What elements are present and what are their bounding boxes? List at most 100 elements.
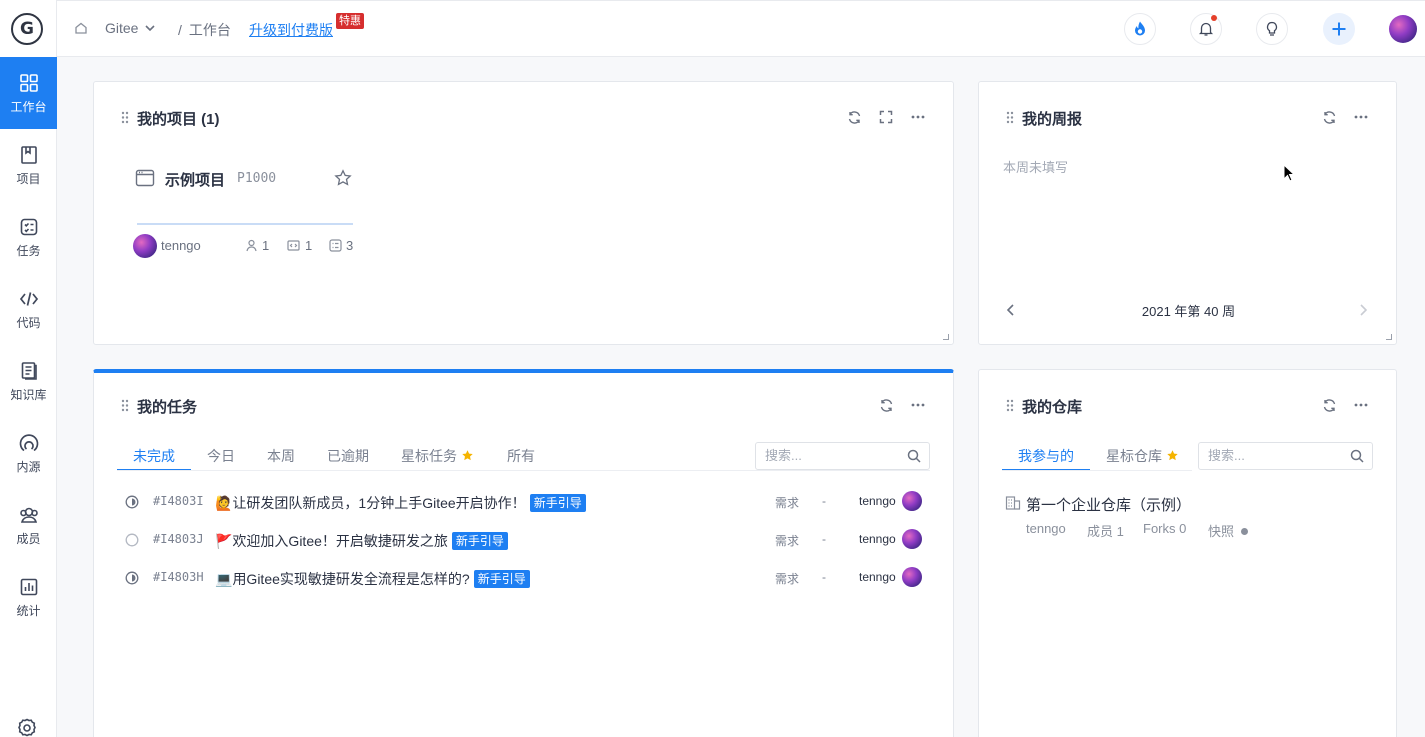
task-search-input[interactable]: 搜索... — [755, 442, 930, 470]
plus-icon — [1332, 22, 1346, 36]
fullscreen-icon[interactable] — [878, 109, 894, 125]
sidebar-item-label: 工作台 — [10, 99, 47, 114]
snapshot-status-dot — [1240, 528, 1248, 535]
gear-icon[interactable] — [16, 717, 38, 737]
sidebar-item-inner-source[interactable]: 内源 — [0, 417, 57, 489]
task-row[interactable]: #I4803H 💻用Gitee实现敏捷研发全流程是怎样的? 新手引导 需求 - t… — [125, 567, 925, 589]
refresh-icon[interactable] — [846, 109, 862, 125]
repo-snapshot-label: 快照 — [1208, 524, 1235, 539]
tips-button[interactable] — [1256, 13, 1288, 45]
sidebar-item-wiki[interactable]: 知识库 — [0, 345, 57, 417]
create-button[interactable] — [1323, 13, 1355, 45]
task-assignee: tenngo — [859, 570, 896, 584]
task-list-icon — [18, 216, 40, 238]
sidebar-item-label: 任务 — [16, 243, 41, 258]
assignee-avatar — [902, 491, 922, 511]
project-members-count: 1 — [262, 238, 270, 253]
member-icon — [245, 239, 258, 255]
sidebar-item-tasks[interactable]: 任务 — [0, 201, 57, 273]
more-icon[interactable] — [1353, 109, 1369, 125]
search-icon — [907, 449, 921, 463]
tab-this-week[interactable]: 本周 — [267, 446, 295, 466]
card-title: 我的周报 — [1022, 111, 1083, 128]
more-icon[interactable] — [1353, 397, 1369, 413]
my-repos-card: 我的仓库 — [978, 369, 1397, 737]
task-assignee: tenngo — [859, 532, 896, 546]
tab-incomplete[interactable]: 未完成 — [133, 446, 175, 466]
tab-starred-repos[interactable]: 星标仓库 — [1106, 446, 1179, 466]
drag-handle-icon[interactable] — [121, 111, 129, 124]
tabs-divider — [117, 470, 930, 471]
more-icon[interactable] — [910, 397, 926, 413]
sidebar-item-label: 知识库 — [10, 387, 47, 402]
task-emoji: 🚩 — [215, 533, 233, 549]
search-placeholder: 搜索... — [765, 448, 802, 463]
sidebar-item-projects[interactable]: 项目 — [0, 129, 57, 201]
task-type: 需求 — [775, 534, 800, 548]
tab-all[interactable]: 所有 — [507, 446, 535, 466]
notifications-button[interactable] — [1190, 13, 1222, 45]
star-icon[interactable] — [334, 169, 352, 190]
task-title: 💻用Gitee实现敏捷研发全流程是怎样的? 新手引导 — [215, 569, 530, 589]
project-name[interactable]: 示例项目 — [165, 169, 225, 190]
task-title-text: 欢迎加入Gitee！开启敏捷研发之旅 — [232, 533, 448, 549]
user-avatar[interactable] — [1389, 15, 1417, 43]
repo-owner: tenngo — [1026, 521, 1066, 536]
resize-handle[interactable] — [1386, 334, 1392, 340]
task-id: #I4803J — [153, 532, 204, 546]
sidebar-item-dashboard[interactable]: 工作台 — [0, 57, 57, 129]
repo-snapshot: 快照 — [1208, 521, 1248, 540]
task-type: 需求 — [775, 496, 800, 510]
tabs-divider — [1002, 470, 1192, 471]
tab-overdue[interactable]: 已逾期 — [327, 446, 369, 466]
project-owner: tenngo — [161, 238, 201, 253]
mouse-cursor-icon — [1283, 164, 1295, 182]
sidebar-item-statistics[interactable]: 统计 — [0, 561, 57, 633]
owner-avatar — [133, 234, 157, 258]
dashboard-icon — [18, 72, 40, 94]
upgrade-link[interactable]: 升级到付费版 — [249, 20, 333, 40]
gitee-logo[interactable]: G — [11, 13, 43, 45]
org-switcher[interactable]: Gitee — [105, 20, 156, 36]
refresh-icon[interactable] — [1321, 397, 1337, 413]
status-open-icon — [125, 533, 139, 547]
task-title-text: 让研发团队新成员，1分钟上手Gitee开启协作！ — [232, 495, 526, 511]
gitee-assistant-button[interactable] — [1124, 13, 1156, 45]
org-name: Gitee — [105, 20, 139, 36]
chevron-right-icon[interactable] — [1359, 303, 1369, 320]
repo-name[interactable]: 第一个企业仓库（示例） — [1026, 494, 1191, 515]
sidebar-item-label: 内源 — [16, 459, 41, 474]
bell-icon — [1198, 22, 1214, 36]
drag-handle-icon[interactable] — [1006, 111, 1014, 124]
project-repos-count: 1 — [305, 238, 313, 253]
status-in-progress-icon — [125, 495, 139, 509]
refresh-icon[interactable] — [878, 397, 894, 413]
project-tasks-count: 3 — [346, 238, 354, 253]
refresh-icon[interactable] — [1321, 109, 1337, 125]
repo-search-input[interactable]: 搜索... — [1198, 442, 1373, 470]
document-icon — [18, 360, 40, 382]
flame-icon — [1135, 21, 1145, 36]
task-row[interactable]: #I4803I 🙋让研发团队新成员，1分钟上手Gitee开启协作！ 新手引导 需求… — [125, 491, 925, 513]
tab-starred-label: 星标任务 — [401, 448, 457, 464]
task-row[interactable]: #I4803J 🚩欢迎加入Gitee！开启敏捷研发之旅 新手引导 需求 - ten… — [125, 529, 925, 551]
star-filled-icon — [1167, 450, 1178, 461]
tab-starred[interactable]: 星标任务 — [401, 446, 474, 466]
search-icon — [1350, 449, 1364, 463]
tab-today[interactable]: 今日 — [207, 446, 235, 466]
drag-handle-icon[interactable] — [121, 399, 129, 412]
task-assignee: tenngo — [859, 494, 896, 508]
bar-chart-icon — [18, 576, 40, 598]
breadcrumb: / 工作台 — [178, 20, 231, 40]
more-icon[interactable] — [910, 109, 926, 125]
task-emoji: 🙋 — [215, 495, 233, 511]
drag-handle-icon[interactable] — [1006, 399, 1014, 412]
resize-handle[interactable] — [943, 334, 949, 340]
task-tag: 新手引导 — [529, 494, 586, 512]
tab-participated[interactable]: 我参与的 — [1018, 446, 1074, 466]
sidebar-item-members[interactable]: 成员 — [0, 489, 57, 561]
sidebar-item-code[interactable]: 代码 — [0, 273, 57, 345]
home-icon[interactable] — [74, 21, 88, 35]
my-tasks-card: 我的任务 — [93, 369, 954, 737]
repo-members: 成员 1 — [1087, 524, 1124, 539]
